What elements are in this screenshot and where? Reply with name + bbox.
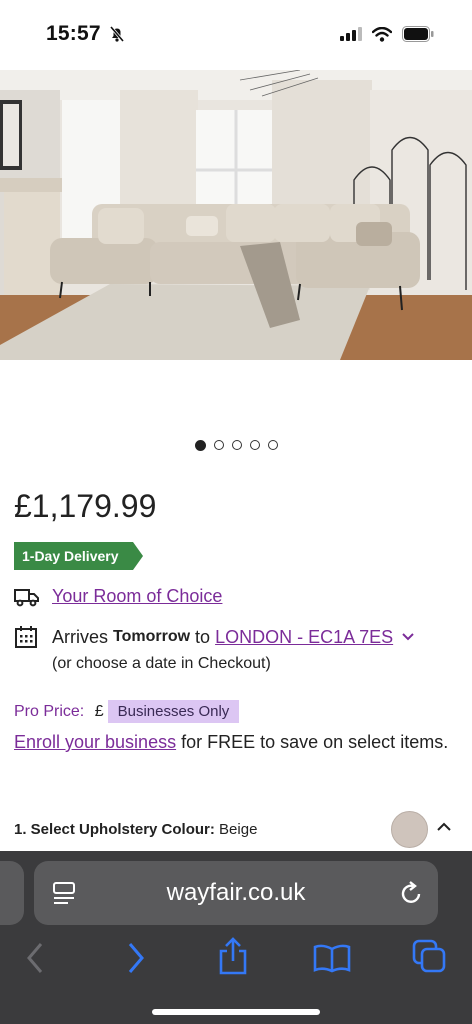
businesses-only-tag[interactable]: Businesses Only	[107, 700, 240, 723]
chevron-up-icon[interactable]	[436, 821, 452, 833]
select-colour-label: 1. Select Upholstery Colour:	[14, 821, 220, 838]
pro-price-currency: £	[94, 702, 104, 720]
bookmarks-icon[interactable]	[313, 943, 351, 973]
browser-bottom-bar: wayfair.co.uk	[0, 851, 472, 1024]
arrival-row: Arrives Tomorrow to LONDON - EC1A 7ES	[14, 625, 415, 649]
room-delivery-row: Your Room of Choice	[14, 586, 222, 607]
arrives-day: Tomorrow	[113, 628, 191, 645]
checkout-date-note: (or choose a date in Checkout)	[52, 655, 271, 672]
beige-colour-swatch[interactable]	[391, 811, 428, 848]
delivery-badge: 1-Day Delivery	[14, 542, 143, 570]
chevron-down-icon[interactable]	[401, 632, 415, 642]
carousel-dot[interactable]	[249, 440, 260, 450]
back-arrow-icon[interactable]	[24, 941, 46, 975]
arrives-prefix: Arrives	[52, 626, 114, 647]
enroll-rest-text: for FREE to save on select items.	[176, 732, 449, 752]
selected-colour-value: Beige	[219, 821, 258, 838]
carousel-dot[interactable]	[231, 440, 242, 450]
cellular-signal-icon	[340, 27, 362, 41]
status-time: 15:57	[46, 22, 101, 45]
badge-arrow-shape	[133, 542, 143, 570]
url-text: wayfair.co.uk	[166, 879, 306, 906]
status-bar: 15:57	[0, 0, 472, 70]
location-link[interactable]: LONDON - EC1A 7ES	[215, 627, 393, 648]
pro-price-label: Pro Price:	[14, 702, 89, 720]
bell-slash-icon	[109, 26, 125, 42]
wifi-icon	[372, 26, 392, 42]
forward-arrow-icon[interactable]	[125, 941, 147, 975]
pro-price-row: Pro Price: £ Businesses Only	[14, 700, 240, 723]
calendar-icon	[15, 626, 37, 648]
arrives-to: to	[190, 626, 216, 647]
battery-icon	[402, 26, 434, 42]
home-indicator	[152, 1009, 320, 1015]
product-price: £1,179.99	[14, 488, 157, 524]
carousel-dot[interactable]	[194, 440, 206, 451]
browser-toolbar	[0, 935, 472, 985]
delivery-badge-label: 1-Day Delivery	[14, 542, 133, 570]
upholstery-colour-selector[interactable]: 1. Select Upholstery Colour: Beige	[14, 821, 257, 838]
tabs-icon[interactable]	[412, 939, 448, 975]
address-bar[interactable]: wayfair.co.uk	[34, 861, 438, 925]
carousel-dot[interactable]	[267, 440, 278, 450]
delivery-truck-icon	[14, 588, 39, 606]
product-image[interactable]	[0, 70, 472, 360]
sofa-photo	[0, 70, 472, 360]
enroll-business-text: Enroll your business for FREE to save on…	[14, 728, 454, 757]
previous-tab-peek[interactable]	[0, 861, 24, 925]
carousel-dot[interactable]	[213, 440, 224, 450]
share-icon[interactable]	[217, 937, 249, 975]
reload-icon[interactable]	[398, 879, 424, 907]
enroll-business-link[interactable]: Enroll your business	[14, 732, 176, 752]
image-carousel-dots[interactable]	[0, 440, 472, 451]
room-of-choice-link[interactable]: Your Room of Choice	[52, 586, 222, 607]
